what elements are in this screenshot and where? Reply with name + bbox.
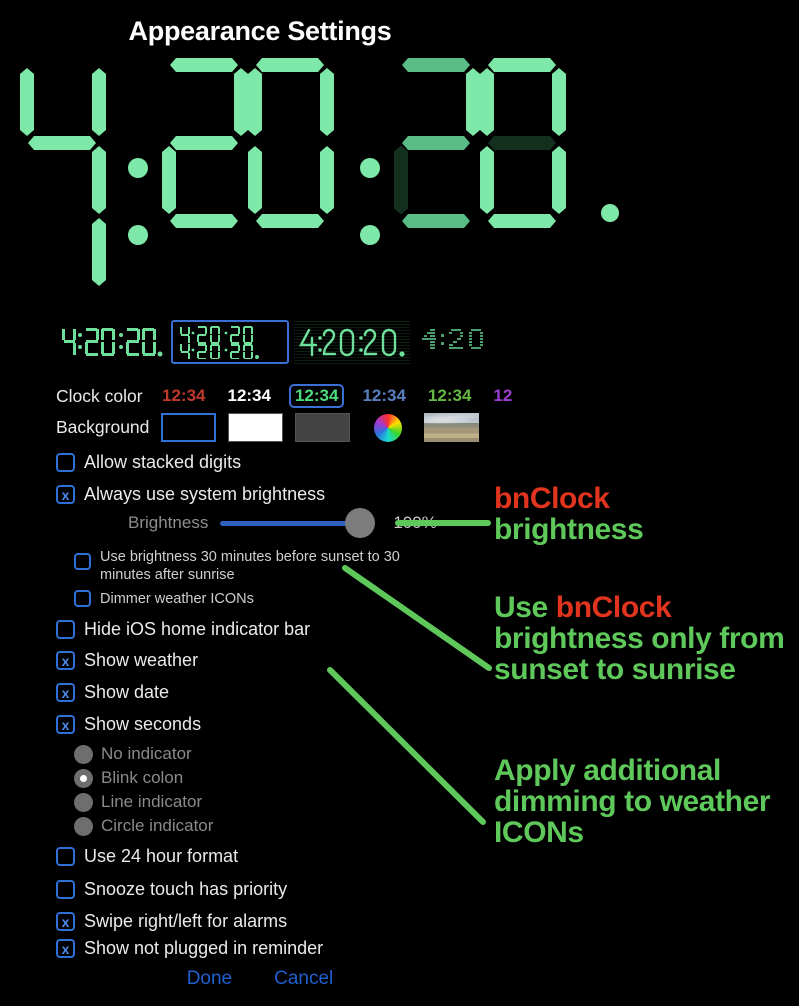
background-option-gray[interactable] xyxy=(295,413,351,442)
brightness-slider-knob[interactable] xyxy=(345,508,376,538)
brightness-slider[interactable] xyxy=(220,508,376,538)
checkbox-snooze-priority[interactable] xyxy=(56,880,75,899)
annotation-line: brightness xyxy=(494,513,644,547)
setting-use-brightness-sunset[interactable]: Use brightness 30 minutes before sunset … xyxy=(74,549,404,584)
checkbox-show-seconds[interactable] xyxy=(56,715,75,734)
brightness-value: 100% xyxy=(393,513,437,532)
setting-label: Dimmer weather ICONs xyxy=(100,590,254,607)
checkbox-use-24-hour[interactable] xyxy=(56,847,75,866)
indicator-option-label: Line indicator xyxy=(101,792,203,811)
setting-label: Swipe right/left for alarms xyxy=(84,911,288,931)
background-option-photo[interactable] xyxy=(424,413,480,442)
clock-color-option-white[interactable]: 12:34 xyxy=(223,385,274,407)
dialog-buttons: Done Cancel xyxy=(0,968,520,990)
checkbox-swipe-alarms[interactable] xyxy=(56,912,75,931)
annotation-highlight: bnClock xyxy=(494,482,610,515)
brightness-label: Brightness xyxy=(128,513,209,532)
radio-line-indicator[interactable] xyxy=(74,792,93,812)
setting-dimmer-weather-icons[interactable]: Dimmer weather ICONs xyxy=(74,590,254,607)
setting-snooze-priority[interactable]: Snooze touch has priority xyxy=(56,879,287,900)
indicator-option-no-indicator[interactable]: No indicator xyxy=(74,744,192,764)
checkbox-hide-home-indicator[interactable] xyxy=(56,620,75,639)
setting-always-system-brightness[interactable]: Always use system brightness xyxy=(56,484,325,505)
checkbox-show-weather[interactable] xyxy=(56,651,75,670)
background-option-black[interactable] xyxy=(161,413,217,442)
setting-label: Show weather xyxy=(84,650,199,670)
setting-label: Hide iOS home indicator bar xyxy=(84,619,311,639)
checkbox-dimmer-weather-icons[interactable] xyxy=(74,590,91,607)
setting-not-plugged-reminder[interactable]: Show not plugged in reminder xyxy=(56,938,323,959)
annotation-brightness-note: bnClock brightness xyxy=(494,483,794,545)
indicator-option-label: Blink colon xyxy=(101,768,184,787)
seven-segment-clock-svg xyxy=(20,58,619,286)
preview-stacked-digits-icon xyxy=(180,326,259,359)
setting-use-24-hour[interactable]: Use 24 hour format xyxy=(56,846,238,867)
checkbox-not-plugged-reminder[interactable] xyxy=(56,939,75,958)
setting-label: Always use system brightness xyxy=(84,484,326,504)
preview-dot-matrix-icon xyxy=(421,329,483,349)
checkbox-use-brightness-sunset[interactable] xyxy=(74,553,91,570)
checkbox-allow-stacked-digits[interactable] xyxy=(56,453,75,472)
checkbox-show-date[interactable] xyxy=(56,683,75,702)
setting-label: Allow stacked digits xyxy=(84,452,242,472)
clock-color-option-blue[interactable]: 12:34 xyxy=(358,385,409,407)
setting-show-date[interactable]: Show date xyxy=(56,682,169,703)
setting-label: Use brightness 30 minutes before sunset … xyxy=(100,549,400,583)
clock-color-option-lime[interactable]: 12:34 xyxy=(424,385,475,407)
setting-hide-home-indicator[interactable]: Hide iOS home indicator bar xyxy=(56,619,310,640)
clock-style-preview-dot-matrix[interactable] xyxy=(413,320,508,364)
clock-style-preview-stacked-digits[interactable] xyxy=(171,320,289,364)
background-label: Background xyxy=(56,417,150,437)
clock-style-preview-seven-segment[interactable] xyxy=(58,320,168,364)
background-option-color-wheel[interactable] xyxy=(374,413,403,442)
done-button[interactable]: Done xyxy=(187,968,232,990)
clock-color-row: Clock color 12:34 12:34 12:34 12:34 12:3… xyxy=(56,384,516,408)
clock-color-option-green[interactable]: 12:34 xyxy=(288,384,345,408)
background-option-white[interactable] xyxy=(228,413,284,442)
preview-thin-lcd-icon xyxy=(299,328,405,357)
brightness-slider-fill xyxy=(220,520,366,526)
page-title: Appearance Settings xyxy=(128,16,392,46)
preview-seven-segment-icon xyxy=(62,328,163,357)
indicator-option-line-indicator[interactable]: Line indicator xyxy=(74,792,202,812)
setting-label: Show not plugged in reminder xyxy=(84,938,324,958)
indicator-option-label: No indicator xyxy=(101,744,192,763)
clock-display[interactable] xyxy=(10,50,630,315)
checkbox-always-system-brightness[interactable] xyxy=(56,485,75,504)
background-row: Background xyxy=(56,413,480,442)
setting-label: Show date xyxy=(84,682,170,702)
indicator-option-label: Circle indicator xyxy=(101,816,214,835)
setting-swipe-alarms[interactable]: Swipe right/left for alarms xyxy=(56,911,287,932)
setting-label: Use 24 hour format xyxy=(84,846,239,866)
clock-color-option-red[interactable]: 12:34 xyxy=(158,385,209,407)
annotation-text-sunset: Use bnClock brightness only from sunset … xyxy=(494,591,785,687)
annotation-line: Apply additional dimming to weather ICON… xyxy=(494,754,771,850)
indicator-option-circle-indicator[interactable]: Circle indicator xyxy=(74,816,213,836)
brightness-slider-row[interactable]: Brightness 100% xyxy=(128,508,437,538)
radio-blink-colon[interactable] xyxy=(74,768,93,788)
annotation-sunset-note: Use bnClock brightness only from sunset … xyxy=(494,592,794,686)
radio-circle-indicator[interactable] xyxy=(74,816,93,836)
setting-label: Snooze touch has priority xyxy=(84,879,288,899)
clock-color-label: Clock color xyxy=(56,385,143,406)
setting-allow-stacked-digits[interactable]: Allow stacked digits xyxy=(56,452,241,473)
leader-line-dimming xyxy=(327,667,486,825)
clock-style-previews[interactable] xyxy=(58,320,498,368)
setting-show-weather[interactable]: Show weather xyxy=(56,650,198,671)
cancel-button[interactable]: Cancel xyxy=(274,968,333,990)
annotation-highlight: bnClock xyxy=(555,591,672,624)
radio-no-indicator[interactable] xyxy=(74,744,93,764)
clock-style-preview-thin-lcd[interactable] xyxy=(294,320,410,364)
clock-color-option-purple[interactable]: 12 xyxy=(489,385,516,407)
indicator-option-blink-colon[interactable]: Blink colon xyxy=(74,768,183,788)
setting-label: Show seconds xyxy=(84,714,202,734)
setting-show-seconds[interactable]: Show seconds xyxy=(56,714,201,735)
annotation-dimming-note: Apply additional dimming to weather ICON… xyxy=(494,755,799,849)
